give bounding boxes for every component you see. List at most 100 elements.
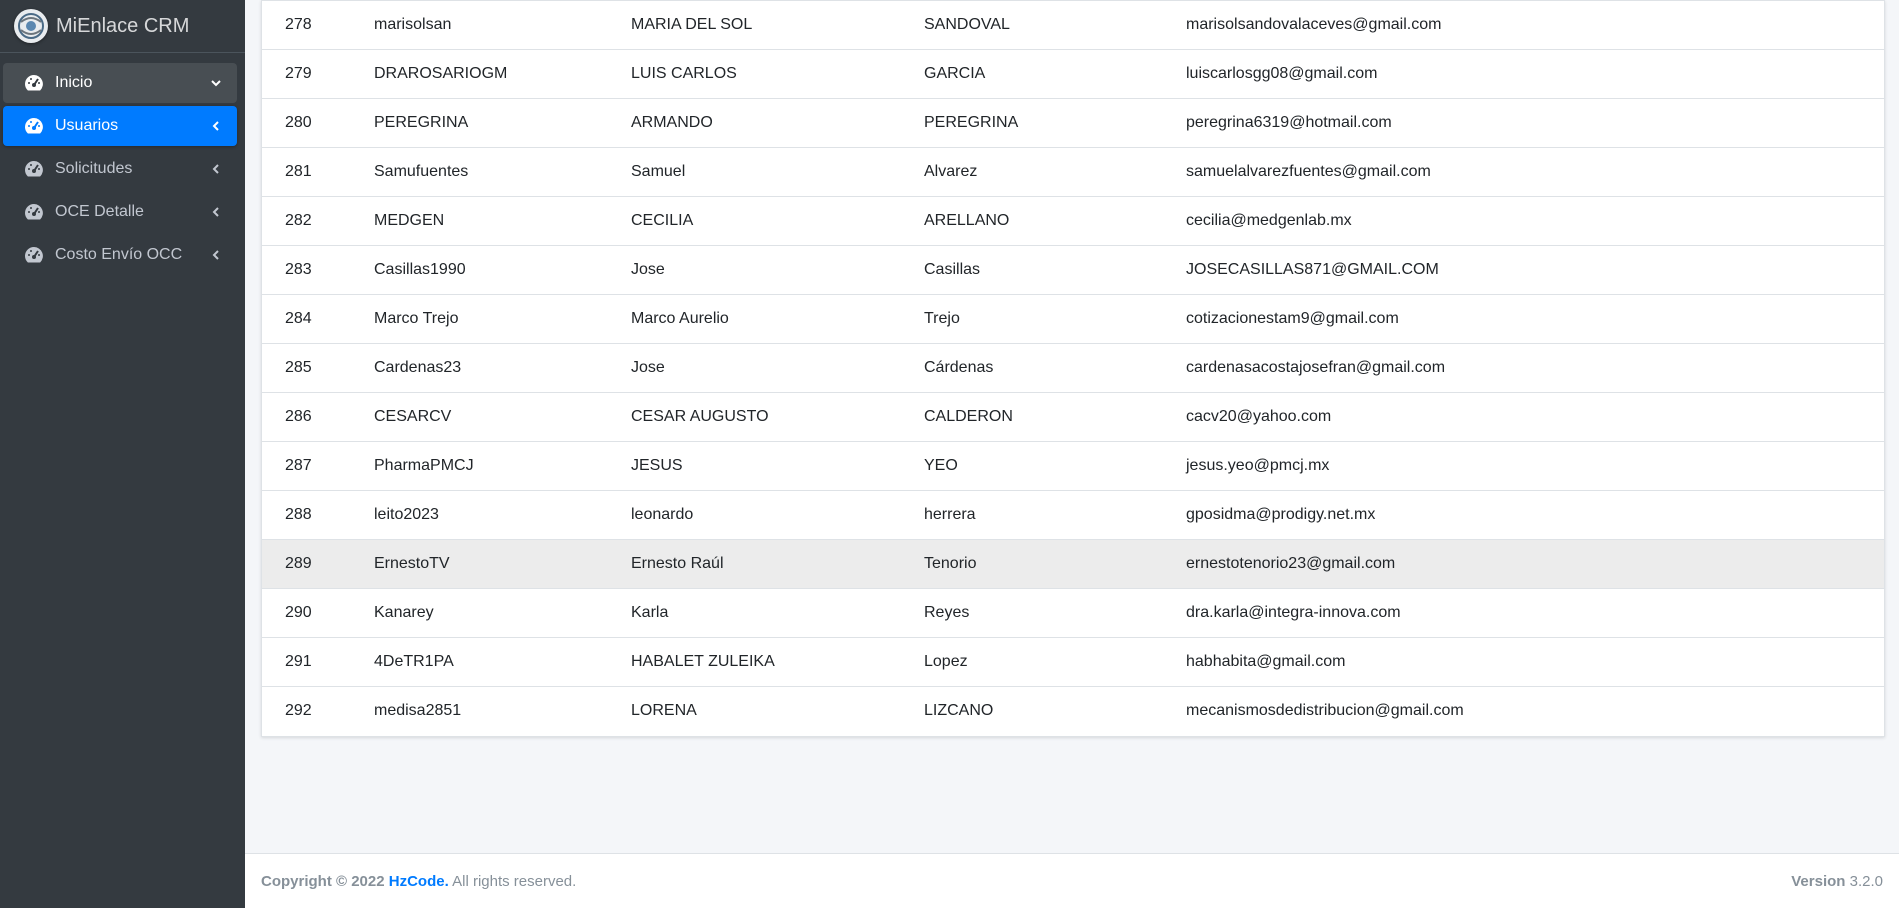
brand-title: MiEnlace CRM bbox=[56, 14, 190, 37]
cell-email: cardenasacostajosefran@gmail.com bbox=[1186, 359, 1446, 376]
table-row[interactable]: 290 Kanarey Karla Reyes dra.karla@integra-in… bbox=[262, 588, 1884, 638]
cell-last-name: PEREGRINA bbox=[924, 114, 1019, 131]
cell-last-name: Reyes bbox=[924, 604, 970, 621]
cell-last-name: CALDERON bbox=[924, 408, 1013, 425]
chevron-left-icon bbox=[209, 162, 223, 176]
sidebar-item-oce-detalle[interactable]: OCE Detalle bbox=[3, 192, 237, 232]
cell-username: leito2023 bbox=[374, 506, 439, 523]
table-row[interactable]: 280 PEREGRINA ARMANDO PEREGRINA peregrina631… bbox=[262, 98, 1884, 148]
cell-username: Cardenas23 bbox=[374, 359, 462, 376]
dashboard-gauge-icon bbox=[23, 115, 45, 137]
cell-id: 281 bbox=[285, 163, 312, 180]
cell-id: 288 bbox=[285, 506, 312, 523]
brand[interactable]: MiEnlace CRM bbox=[0, 0, 245, 53]
cell-last-name: YEO bbox=[924, 457, 958, 474]
cell-email: ernestotenorio23@gmail.com bbox=[1186, 555, 1396, 572]
dashboard-gauge-icon bbox=[23, 72, 45, 94]
cell-id: 282 bbox=[285, 212, 312, 229]
sidebar-nav: Inicio Usuarios Solicitudes OCE Detalle … bbox=[0, 53, 245, 275]
cell-username: DRAROSARIOGM bbox=[374, 65, 508, 82]
cell-id: 287 bbox=[285, 457, 312, 474]
sidebar-item-inicio[interactable]: Inicio bbox=[3, 63, 237, 103]
dashboard-gauge-icon bbox=[23, 244, 45, 266]
cell-last-name: LIZCANO bbox=[924, 702, 994, 720]
table-row[interactable]: 279 DRAROSARIOGM LUIS CARLOS GARCIA luiscarl… bbox=[262, 49, 1884, 99]
table-row[interactable]: 288 leito2023 leonardo herrera gposidma@prod… bbox=[262, 490, 1884, 540]
cell-username: ErnestoTV bbox=[374, 555, 450, 572]
table-row[interactable]: 286 CESARCV CESAR AUGUSTO CALDERON cacv20@ya… bbox=[262, 392, 1884, 442]
sidebar-item-usuarios[interactable]: Usuarios bbox=[3, 106, 237, 146]
table-row[interactable]: 284 Marco Trejo Marco Aurelio Trejo cotizaci… bbox=[262, 294, 1884, 344]
cell-name: Ernesto Raúl bbox=[631, 555, 724, 572]
main-content: 278 marisolsan MARIA DEL SOL SANDOVAL mariso… bbox=[245, 0, 1899, 853]
table-row[interactable]: 283 Casillas1990 Jose Casillas JOSECASILLAS8… bbox=[262, 245, 1884, 295]
table-row[interactable]: 292 medisa2851 LORENA LIZCANO mecanismosdedi… bbox=[262, 686, 1884, 736]
table-row[interactable]: 289 ErnestoTV Ernesto Raúl Tenorio ernestote… bbox=[262, 539, 1884, 589]
cell-username: MEDGEN bbox=[374, 212, 445, 229]
sidebar-item-label: Inicio bbox=[55, 74, 93, 91]
cell-username: Casillas1990 bbox=[374, 261, 466, 278]
cell-name: LORENA bbox=[631, 702, 697, 720]
cell-id: 286 bbox=[285, 408, 312, 425]
chevron-left-icon bbox=[209, 248, 223, 262]
table-row[interactable]: 282 MEDGEN CECILIA ARELLANO cecilia@medgenla… bbox=[262, 196, 1884, 246]
cell-username: PEREGRINA bbox=[374, 114, 469, 131]
sidebar: MiEnlace CRM Inicio Usuarios Solicitudes… bbox=[0, 0, 245, 908]
cell-id: 280 bbox=[285, 114, 312, 131]
sidebar-item-label: Solicitudes bbox=[55, 160, 133, 177]
cell-id: 278 bbox=[285, 16, 312, 33]
cell-last-name: herrera bbox=[924, 506, 976, 523]
cell-name: MARIA DEL SOL bbox=[631, 16, 753, 33]
cell-email: dra.karla@integra-innova.com bbox=[1186, 604, 1401, 621]
company-link[interactable]: HzCode. bbox=[389, 873, 449, 890]
table-row[interactable]: 278 marisolsan MARIA DEL SOL SANDOVAL mariso… bbox=[262, 0, 1884, 50]
cell-email: mecanismosdedistribucion@gmail.com bbox=[1186, 702, 1464, 720]
table-row[interactable]: 285 Cardenas23 Jose Cárdenas cardenasacostaj… bbox=[262, 343, 1884, 393]
chevron-left-icon bbox=[209, 119, 223, 133]
cell-username: Samufuentes bbox=[374, 163, 469, 180]
cell-email: marisolsandovalaceves@gmail.com bbox=[1186, 16, 1442, 33]
sidebar-item-label: OCE Detalle bbox=[55, 203, 144, 220]
cell-last-name: Alvarez bbox=[924, 163, 978, 180]
cell-id: 289 bbox=[285, 555, 312, 572]
footer: Copyright © 2022 HzCode. All rights rese… bbox=[245, 853, 1899, 908]
brand-logo-icon bbox=[14, 9, 48, 43]
cell-email: jesus.yeo@pmcj.mx bbox=[1186, 457, 1330, 474]
cell-name: Jose bbox=[631, 261, 665, 278]
cell-name: JESUS bbox=[631, 457, 683, 474]
cell-email: peregrina6319@hotmail.com bbox=[1186, 114, 1392, 131]
sidebar-item-costo-envio-occ[interactable]: Costo Envío OCC bbox=[3, 235, 237, 275]
rights-text: All rights reserved. bbox=[452, 872, 577, 890]
cell-last-name: Casillas bbox=[924, 261, 981, 278]
table-row[interactable]: 287 PharmaPMCJ JESUS YEO jesus.yeo@pmcj.mx bbox=[262, 441, 1884, 491]
cell-email: gposidma@prodigy.net.mx bbox=[1186, 506, 1376, 523]
table-row[interactable]: 291 4DeTR1PA HABALET ZULEIKA Lopez habhabita… bbox=[262, 637, 1884, 687]
sidebar-item-label: Costo Envío OCC bbox=[55, 246, 183, 263]
cell-email: samuelalvarezfuentes@gmail.com bbox=[1186, 163, 1431, 180]
cell-id: 292 bbox=[285, 702, 312, 720]
cell-name: Jose bbox=[631, 359, 665, 376]
version-info: Version 3.2.0 bbox=[1791, 873, 1883, 890]
sidebar-item-solicitudes[interactable]: Solicitudes bbox=[3, 149, 237, 189]
cell-id: 285 bbox=[285, 359, 312, 376]
sidebar-item-label: Usuarios bbox=[55, 117, 119, 134]
cell-username: Kanarey bbox=[374, 604, 434, 621]
cell-id: 290 bbox=[285, 604, 312, 621]
cell-id: 279 bbox=[285, 65, 312, 82]
table-row[interactable]: 281 Samufuentes Samuel Alvarez samuelalvarez… bbox=[262, 147, 1884, 197]
cell-username: marisolsan bbox=[374, 16, 452, 33]
cell-username: CESARCV bbox=[374, 408, 452, 425]
cell-last-name: Lopez bbox=[924, 653, 968, 670]
dashboard-gauge-icon bbox=[23, 158, 45, 180]
cell-id: 284 bbox=[285, 310, 312, 327]
cell-email: cotizacionestam9@gmail.com bbox=[1186, 310, 1399, 327]
cell-email: habhabita@gmail.com bbox=[1186, 653, 1346, 670]
cell-email: cacv20@yahoo.com bbox=[1186, 408, 1332, 425]
cell-name: LUIS CARLOS bbox=[631, 65, 737, 82]
cell-email: JOSECASILLAS871@GMAIL.COM bbox=[1186, 261, 1439, 278]
copyright: Copyright © 2022 HzCode. All rights rese… bbox=[261, 873, 576, 890]
cell-last-name: SANDOVAL bbox=[924, 16, 1010, 33]
cell-name: Samuel bbox=[631, 163, 686, 180]
dashboard-gauge-icon bbox=[23, 201, 45, 223]
version-number: 3.2.0 bbox=[1849, 872, 1883, 890]
